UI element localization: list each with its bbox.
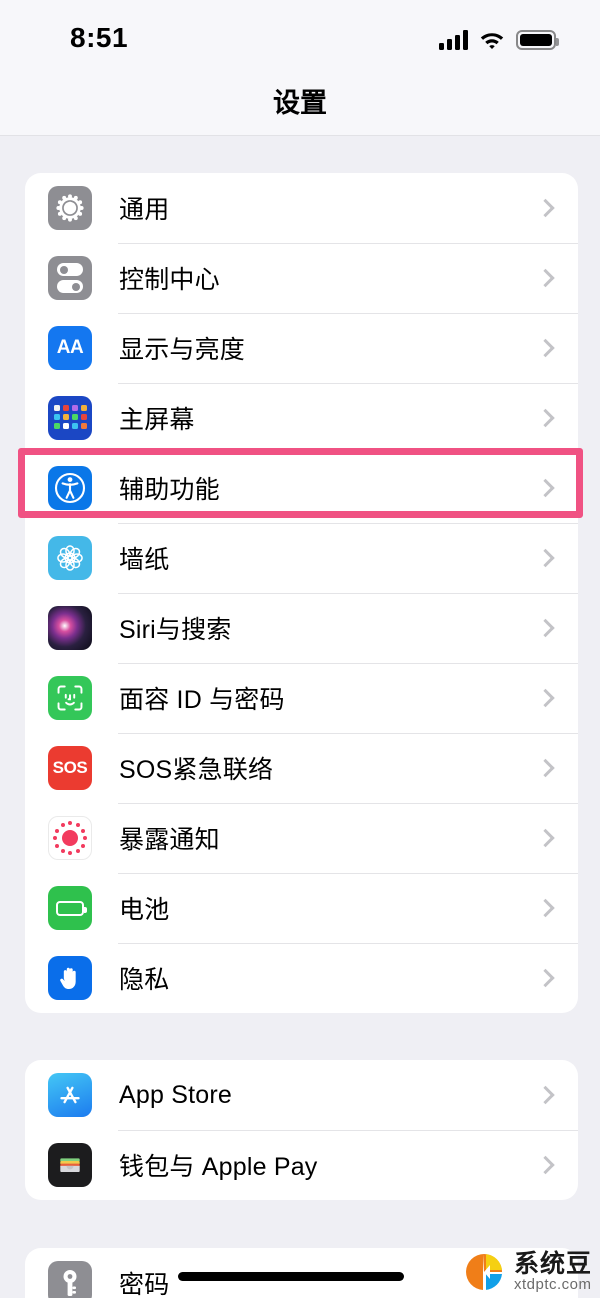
chevron-right-icon (536, 688, 555, 708)
settings-row-display-brightness[interactable]: AA 显示与亮度 (25, 313, 578, 383)
settings-row-label: 通用 (119, 196, 170, 224)
settings-row-control-center[interactable]: 控制中心 (25, 243, 578, 313)
app-store-icon (48, 1073, 92, 1117)
settings-row-label: 主屏幕 (119, 406, 195, 434)
wifi-icon (479, 30, 505, 50)
wallpaper-icon (48, 536, 92, 580)
settings-row-siri-search[interactable]: Siri与搜索 (25, 593, 578, 663)
chevron-right-icon (536, 198, 555, 218)
chevron-right-icon (536, 898, 555, 918)
watermark-text: 系统豆 xtdptc.com (514, 1251, 592, 1293)
home-screen-icon (48, 396, 92, 440)
battery-icon (48, 886, 92, 930)
display-brightness-icon: AA (48, 326, 92, 370)
chevron-right-icon (536, 1155, 555, 1175)
settings-row-privacy[interactable]: 隐私 (25, 943, 578, 1013)
settings-row-label: 暴露通知 (119, 826, 220, 854)
settings-row-face-id-passcode[interactable]: 面容 ID 与密码 (25, 663, 578, 733)
settings-group-2: App Store 钱包与 Apple Pay (25, 1060, 578, 1200)
settings-list[interactable]: 通用 控制中心 AA 显示与亮度 主屏幕 辅助功能 墙纸 Siri与搜索 面容 … (0, 137, 600, 1298)
settings-row-label: 隐私 (119, 966, 170, 994)
page-title: 设置 (273, 88, 327, 118)
navigation-bar: 设置 (0, 66, 600, 136)
status-bar: 8:51 (0, 0, 600, 66)
settings-row-label: 墙纸 (119, 546, 170, 574)
chevron-right-icon (536, 758, 555, 778)
iphone-settings-screen: 8:51 设置 通用 控制中心 AA 显示与亮度 主屏幕 辅助功能 墙纸 Sir… (0, 0, 600, 1298)
settings-row-app-store[interactable]: App Store (25, 1060, 578, 1130)
watermark: 系统豆 xtdptc.com (462, 1250, 592, 1294)
settings-row-emergency-sos[interactable]: SOS SOS紧急联络 (25, 733, 578, 803)
chevron-right-icon (536, 968, 555, 988)
chevron-right-icon (536, 828, 555, 848)
chevron-right-icon (536, 548, 555, 568)
status-bar-time: 8:51 (70, 22, 129, 53)
control-center-icon (48, 256, 92, 300)
settings-group-1: 通用 控制中心 AA 显示与亮度 主屏幕 辅助功能 墙纸 Siri与搜索 面容 … (25, 173, 578, 1013)
watermark-title: 系统豆 (513, 1250, 592, 1278)
chevron-right-icon (536, 338, 555, 358)
settings-row-label: 密码 (119, 1271, 170, 1298)
settings-row-accessibility[interactable]: 辅助功能 (25, 453, 578, 523)
settings-row-wallet-apple-pay[interactable]: 钱包与 Apple Pay (25, 1130, 578, 1200)
home-indicator[interactable] (178, 1272, 404, 1281)
settings-row-general[interactable]: 通用 (25, 173, 578, 243)
settings-row-battery[interactable]: 电池 (25, 873, 578, 943)
chevron-right-icon (536, 1085, 555, 1105)
settings-row-label: App Store (119, 1080, 232, 1109)
wallet-icon (48, 1143, 92, 1187)
face-id-icon (48, 676, 92, 720)
status-bar-indicators (439, 24, 559, 50)
privacy-hand-icon (48, 956, 92, 1000)
exposure-notification-icon (48, 816, 92, 860)
settings-row-label: 钱包与 Apple Pay (119, 1153, 318, 1181)
settings-row-wallpaper[interactable]: 墙纸 (25, 523, 578, 593)
chevron-right-icon (536, 408, 555, 428)
watermark-logo-icon (462, 1250, 506, 1294)
settings-row-label: SOS紧急联络 (119, 756, 274, 784)
settings-row-label: 显示与亮度 (119, 336, 246, 364)
settings-row-exposure-notifications[interactable]: 暴露通知 (25, 803, 578, 873)
settings-row-label: Siri与搜索 (119, 616, 232, 644)
chevron-right-icon (536, 618, 555, 638)
chevron-right-icon (536, 478, 555, 498)
passwords-key-icon (48, 1261, 92, 1298)
battery-full-icon (516, 30, 559, 50)
settings-row-label: 面容 ID 与密码 (119, 686, 285, 714)
accessibility-icon (48, 466, 92, 510)
siri-icon (48, 606, 92, 650)
cellular-signal-icon (439, 30, 468, 50)
settings-row-label: 电池 (119, 896, 170, 924)
gear-icon (48, 186, 92, 230)
settings-row-home-screen[interactable]: 主屏幕 (25, 383, 578, 453)
emergency-sos-icon: SOS (48, 746, 92, 790)
settings-row-label: 辅助功能 (119, 476, 220, 504)
settings-row-label: 控制中心 (119, 266, 220, 294)
chevron-right-icon (536, 268, 555, 288)
watermark-url: xtdptc.com (513, 1276, 592, 1294)
